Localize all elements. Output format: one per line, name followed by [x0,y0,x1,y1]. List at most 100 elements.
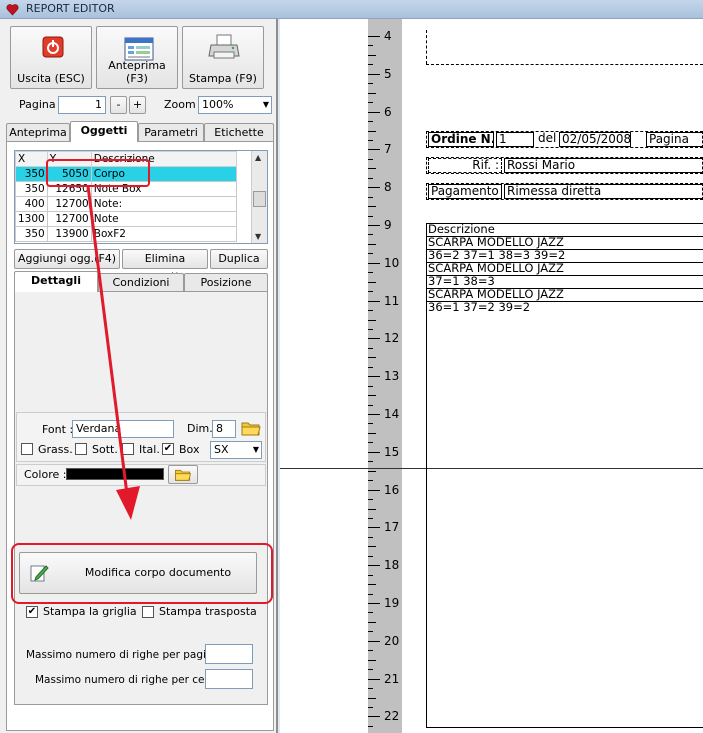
ruler-major-tick [368,489,380,491]
ruler-number: 11 [384,293,400,308]
ruler-minor-tick [368,593,373,595]
ruler-minor-tick [368,54,376,56]
ruler-major-tick [368,527,380,529]
preview-button[interactable]: Anteprima (F3) [96,26,178,89]
ruler-minor-tick [368,92,376,94]
chevron-down-icon: ▼ [252,445,259,454]
ruler-minor-tick [368,404,373,406]
ruler-minor-tick [368,546,376,548]
ruler-minor-tick [368,45,373,47]
ruler-minor-tick [368,347,373,349]
ruler-major-tick [368,111,380,113]
ruler-minor-tick [368,130,376,132]
table-row[interactable]: 1300 12700 Note [15,211,237,227]
print-button[interactable]: Stampa (F9) [182,26,264,89]
ruler-minor-tick [368,310,373,312]
ruler-number: 19 [384,596,400,610]
max-rows-page-label: Massimo numero di righe per pagina : [26,649,226,661]
delete-object-button[interactable]: Elimina oggetto [122,249,208,283]
body-line: 36=1 37=2 39=2 [428,300,531,314]
ruler-minor-tick [368,215,373,217]
print-grid-label: Stampa la griglia [43,605,137,618]
cell-description: BoxF2 [90,226,237,242]
table-row[interactable]: 400 12700 Note: [15,196,237,212]
ruler-minor-tick [368,272,373,274]
ruler-minor-tick [368,508,376,510]
grid-scrollbar[interactable]: ▲ ▼ [251,151,267,243]
date-field[interactable]: 02/05/2008 [559,132,631,147]
tab-position[interactable]: Posizione [184,273,268,292]
box-label: Box [179,443,200,456]
ruler-minor-tick [368,177,373,179]
window-preview-icon [124,37,154,61]
folder-icon[interactable] [241,419,263,439]
exit-button[interactable]: Uscita (ESC) [10,26,92,89]
underline-checkbox[interactable] [75,443,87,455]
preview-button-label: Anteprima (F3) [108,59,166,85]
ruler-major-tick [368,225,380,226]
page-input[interactable]: 1 [58,96,106,114]
ruler-minor-tick [368,139,373,141]
cell-x: 350 [15,181,48,197]
ruler-minor-tick [368,461,373,463]
payment-field[interactable]: Rimessa diretta [504,184,703,199]
vertical-ruler: 4 5 6 7 8 9 10 11 12 13 14 15 16 17 18 19 20 21 22 [368,19,402,733]
ruler-minor-tick [368,253,373,255]
scroll-thumb[interactable] [253,191,266,207]
tab-details[interactable]: Dettagli [14,271,98,292]
annotation-highlight-row [46,159,150,187]
page-label: Pagina [19,98,56,111]
page-prev-button[interactable]: - [110,96,127,114]
max-rows-cell-input[interactable] [205,669,253,689]
tab-objects[interactable]: Oggetti [70,121,138,142]
ruler-minor-tick [368,442,373,444]
tab-conditions[interactable]: Condizioni [98,273,184,292]
color-swatch[interactable] [66,468,164,480]
ruler-major-tick [368,36,380,37]
editor-sidebar: Uscita (ESC) Anteprima (F3) Stampa (F9) … [0,19,278,733]
scroll-up-icon[interactable]: ▲ [255,153,261,162]
italic-label: Ital. [139,443,160,456]
add-object-button[interactable]: Aggiungi ogg.(F4) [14,249,120,269]
color-label: Colore : [24,468,67,481]
folder-icon [175,469,192,481]
ref-field[interactable]: Rossi Mario [504,158,703,173]
date-label: del [538,132,557,145]
payment-label: Pagamento [428,184,502,199]
align-select[interactable]: SX ▼ [210,441,262,459]
power-icon [42,36,64,58]
tab-preview[interactable]: Anteprima [6,123,70,142]
ruler-major-tick [368,678,380,680]
dim-input[interactable]: 8 [212,420,236,438]
ruler-minor-tick [368,584,376,586]
ruler-major-tick [368,451,380,453]
scroll-down-icon[interactable]: ▼ [255,232,261,241]
color-picker-button[interactable] [168,465,198,484]
order-number-field[interactable]: 1 [496,132,534,147]
ruler-minor-tick [368,688,373,690]
ruler-minor-tick [368,621,376,623]
ruler-minor-tick [368,385,373,387]
zoom-select[interactable]: 100% ▼ [198,96,272,114]
page-next-button[interactable]: + [129,96,146,114]
box-checkbox[interactable]: ✔ [162,443,174,455]
ruler-number: 12 [384,331,400,346]
ruler-minor-tick [368,574,373,576]
col-x-header[interactable]: X [15,151,48,167]
ruler-minor-tick [368,291,373,293]
ruler-number: 14 [384,407,400,421]
max-rows-page-input[interactable] [205,644,253,664]
duplicate-object-button[interactable]: Duplica [210,249,268,269]
bold-checkbox[interactable] [21,443,33,455]
tab-labels[interactable]: Etichette [204,123,274,142]
print-grid-checkbox[interactable]: ✔ [26,606,38,618]
italic-checkbox[interactable] [122,443,134,455]
print-transposed-checkbox[interactable] [142,606,154,618]
ruler-major-tick [368,376,380,378]
ruler-number: 8 [384,180,392,195]
ruler-minor-tick [368,196,373,198]
underline-label: Sott. [92,443,118,456]
table-row[interactable]: 350 13900 BoxF2 [15,226,237,242]
font-input[interactable]: Verdana [72,420,174,438]
tab-parameters[interactable]: Parametri [138,123,204,142]
